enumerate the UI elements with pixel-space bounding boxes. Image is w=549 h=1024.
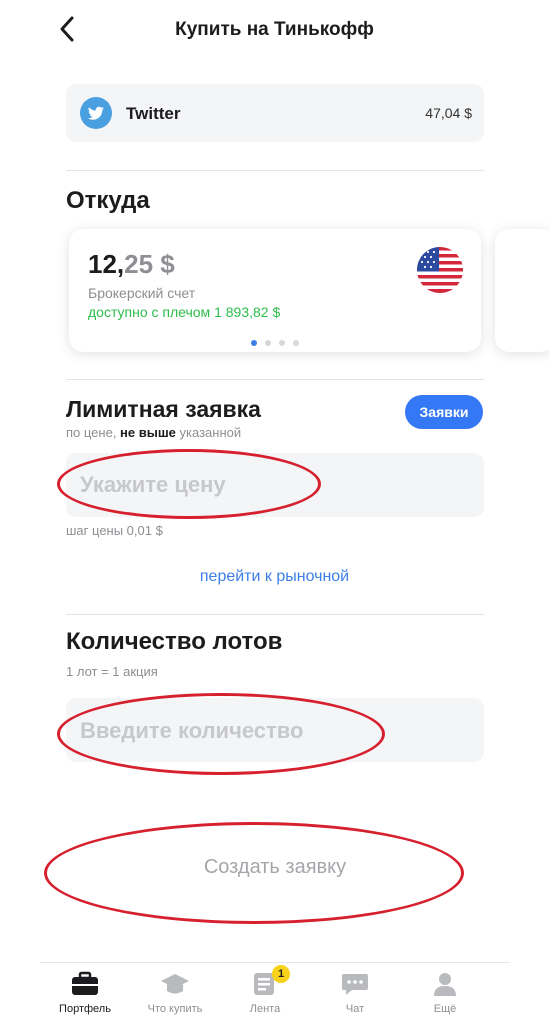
twitter-bird-icon (80, 97, 112, 129)
tab-portfolio[interactable]: Портфель (40, 971, 130, 1015)
tab-label: Что купить (147, 1003, 203, 1015)
page-title: Купить на Тинькофф (175, 19, 374, 40)
stock-name: Twitter (126, 104, 181, 123)
tab-chat[interactable]: Чат (310, 971, 400, 1015)
tab-what-to-buy[interactable]: Что купить (130, 971, 220, 1015)
account-available: доступно с плечом 1 893,82 $ (88, 304, 281, 320)
briefcase-icon (70, 971, 100, 997)
account-card[interactable]: 12,25 $ Брокерский счет доступно с плечо… (69, 229, 481, 352)
us-flag-icon (417, 247, 463, 293)
pager-dot[interactable] (251, 340, 257, 346)
price-input-placeholder: Укажите цену (80, 472, 226, 497)
lots-subtitle: 1 лот = 1 акция (66, 664, 158, 679)
limit-order-title: Лимитная заявка (66, 396, 261, 422)
feed-badge: 1 (272, 965, 290, 983)
limit-order-subtitle: по цене, не выше указанной (66, 425, 242, 440)
account-name: Брокерский счет (88, 285, 196, 301)
tab-more[interactable]: Ещё (400, 971, 490, 1015)
account-balance: 12,25 $ (88, 249, 175, 279)
pager-dot[interactable] (293, 340, 299, 346)
carousel-pager (69, 333, 481, 351)
divider (66, 614, 484, 615)
graduation-cap-icon (160, 971, 190, 997)
divider (66, 379, 484, 380)
lots-title: Количество лотов (66, 628, 283, 655)
tab-label: Чат (345, 1003, 365, 1015)
tab-bar: Портфель Что купить 1 Лента Чат Ещё (40, 962, 510, 1024)
tab-feed[interactable]: 1 Лента (220, 965, 310, 1015)
orders-button[interactable]: Заявки (405, 395, 483, 429)
tab-label: Ещё (433, 1003, 457, 1015)
stock-card[interactable]: Twitter 47,04 $ (66, 84, 484, 142)
feed-icon: 1 (250, 965, 290, 997)
source-title: Откуда (66, 187, 150, 214)
market-order-link[interactable]: перейти к рыночной (0, 568, 549, 586)
chat-icon (340, 971, 370, 997)
header: Купить на Тинькофф (0, 0, 549, 60)
tab-label: Портфель (59, 1003, 111, 1015)
stock-price: 47,04 $ (425, 105, 472, 121)
tab-label: Лента (249, 1003, 281, 1015)
create-order-button[interactable]: Создать заявку (66, 826, 484, 908)
quantity-input-placeholder: Введите количество (80, 718, 304, 743)
user-icon (430, 971, 460, 997)
pager-dot[interactable] (279, 340, 285, 346)
next-account-card[interactable] (495, 229, 549, 352)
divider (66, 170, 484, 171)
price-step: шаг цены 0,01 $ (66, 523, 163, 538)
pager-dot[interactable] (265, 340, 271, 346)
